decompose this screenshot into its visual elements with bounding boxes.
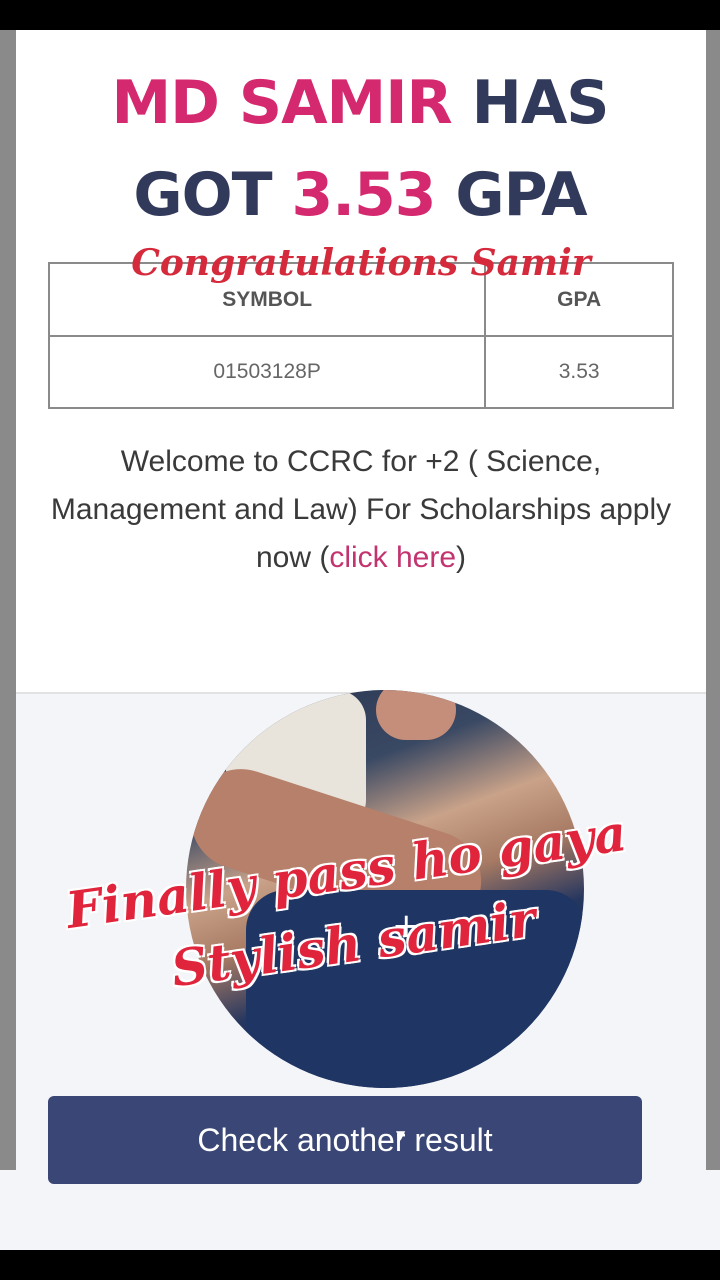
headline-has: HAS: [471, 68, 610, 138]
right-frame: [706, 30, 720, 1170]
welcome-suffix: ): [456, 541, 467, 574]
crosshair-icon: +: [392, 906, 421, 946]
left-frame: [0, 30, 16, 1170]
headline-got: GOT: [133, 160, 272, 230]
gpa-cell: 3.53: [484, 335, 674, 409]
caret-down-icon: ▼: [396, 1128, 406, 1142]
symbol-cell: 01503128P: [47, 335, 487, 409]
result-table: SYMBOL GPA 01503128P 3.53: [47, 262, 674, 409]
table-row: 01503128P 3.53: [47, 335, 674, 409]
headline-line-2: GOT 3.53 GPA: [16, 160, 706, 230]
congrats-overlay-text: Congratulations Samir: [131, 242, 591, 284]
headline-line-1: MD SAMIR HAS: [16, 68, 706, 138]
top-black-bar: [0, 0, 720, 30]
welcome-text: Welcome to CCRC for +2 ( Science, Manage…: [46, 438, 676, 582]
student-name: MD SAMIR: [111, 68, 452, 138]
headline-gpa: GPA: [455, 160, 587, 230]
gpa-value: 3.53: [291, 160, 436, 230]
check-another-result-button[interactable]: Check another result: [48, 1096, 642, 1184]
click-here-link[interactable]: click here: [329, 541, 456, 574]
bottom-black-bar: [0, 1250, 720, 1280]
